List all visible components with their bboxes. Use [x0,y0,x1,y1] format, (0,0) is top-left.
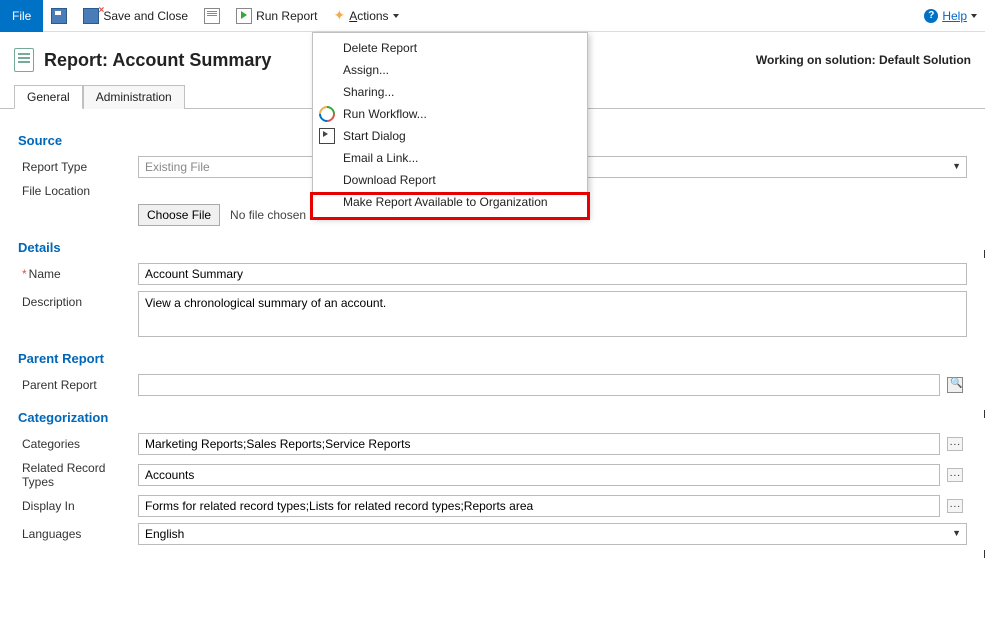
save-and-close-label: Save and Close [103,9,188,23]
menu-assign[interactable]: Assign... [313,59,587,81]
related-record-types-picker-button[interactable]: ... [944,464,967,486]
menu-item-label: Assign... [343,63,389,77]
field-related-record-types: Related Record Types ... [18,461,967,489]
tab-administration[interactable]: Administration [83,85,185,109]
help-label: Help [942,9,967,23]
save-and-close-button[interactable]: Save and Close [75,0,196,32]
workflow-icon [316,103,339,126]
label-file-location: File Location [18,184,138,198]
categories-input[interactable] [138,433,940,455]
copy-button[interactable] [196,0,228,32]
menu-download-report[interactable]: Download Report [313,169,587,191]
label-categories: Categories [18,437,138,451]
label-related-record-types: Related Record Types [18,461,138,489]
languages-select-wrap [138,523,967,545]
label-description: Description [18,291,138,309]
chevron-down-icon [393,14,399,18]
run-report-button[interactable]: Run Report [228,0,325,32]
field-display-in: Display In ... [18,495,967,517]
menu-item-label: Run Workflow... [343,107,427,121]
field-description: Description [18,291,967,337]
actions-menu-button[interactable]: ✦ Actions [325,0,406,32]
section-details: Details [18,240,967,255]
menu-make-available-org[interactable]: Make Report Available to Organization [313,191,587,213]
help-button[interactable]: ? Help [916,0,985,32]
run-icon [236,8,252,24]
label-languages: Languages [18,527,138,541]
section-parent-report: Parent Report [18,351,967,366]
toolbar: File Save and Close Run Report ✦ Actions… [0,0,985,32]
help-icon: ? [924,9,938,23]
dialog-icon [319,128,335,144]
menu-item-label: Sharing... [343,85,394,99]
name-input[interactable] [138,263,967,285]
languages-select[interactable] [138,523,967,545]
menu-run-workflow[interactable]: Run Workflow... [313,103,587,125]
menu-email-link[interactable]: Email a Link... [313,147,587,169]
save-button[interactable] [43,0,75,32]
tab-general[interactable]: General [14,85,83,109]
chevron-down-icon [971,14,977,18]
file-chosen-status: No file chosen [230,208,306,222]
field-parent-report: Parent Report [18,374,967,396]
menu-delete-report[interactable]: Delete Report [313,37,587,59]
label-name: *Name [18,267,138,281]
categories-picker-button[interactable]: ... [944,433,967,455]
label-display-in: Display In [18,499,138,513]
label-parent-report: Parent Report [18,378,138,392]
description-input[interactable] [138,291,967,337]
display-in-picker-button[interactable]: ... [944,495,967,517]
field-languages: Languages [18,523,967,545]
menu-item-label: Make Report Available to Organization [343,195,548,209]
display-in-input[interactable] [138,495,940,517]
parent-report-lookup-button[interactable] [944,374,967,396]
document-icon [204,8,220,24]
menu-item-label: Download Report [343,173,436,187]
related-record-types-input[interactable] [138,464,940,486]
field-name: *Name [18,263,967,285]
lookup-icon [947,377,963,393]
page-title: Report: Account Summary [44,50,271,71]
section-categorization: Categorization [18,410,967,425]
menu-item-label: Email a Link... [343,151,418,165]
ellipsis-icon: ... [947,437,963,451]
solution-info: Working on solution: Default Solution [756,53,971,67]
run-report-label: Run Report [256,9,317,23]
menu-start-dialog[interactable]: Start Dialog [313,125,587,147]
label-name-text: Name [29,267,61,281]
menu-item-label: Start Dialog [343,129,406,143]
field-categories: Categories ... [18,433,967,455]
file-menu-button[interactable]: File [0,0,43,32]
save-close-icon [83,8,99,24]
report-icon [14,48,34,72]
actions-menu: Delete Report Assign... Sharing... Run W… [312,32,588,218]
parent-report-input[interactable] [138,374,940,396]
save-icon [51,8,67,24]
label-report-type: Report Type [18,160,138,174]
star-icon: ✦ [333,7,345,24]
required-asterisk: * [22,267,27,281]
ellipsis-icon: ... [947,468,963,482]
menu-sharing[interactable]: Sharing... [313,81,587,103]
ellipsis-icon: ... [947,499,963,513]
menu-item-label: Delete Report [343,41,417,55]
choose-file-button[interactable]: Choose File [138,204,220,226]
actions-label: Actions [349,9,388,23]
